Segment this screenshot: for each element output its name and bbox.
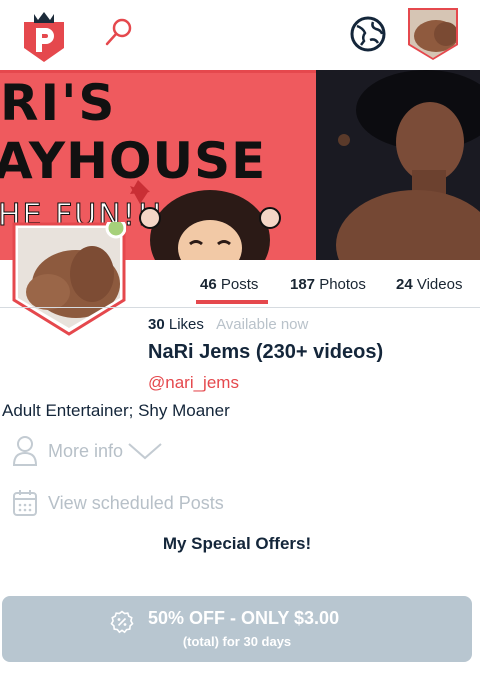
offer-main-text: 50% OFF - ONLY $3.00 (148, 608, 340, 628)
special-offer-button[interactable]: 50% OFF - ONLY $3.00 (total) for 30 days (2, 596, 472, 662)
profile-avatar[interactable] (12, 222, 126, 338)
stats-divider (0, 307, 480, 308)
more-info-button[interactable]: More info (12, 434, 163, 468)
chevron-down-icon (128, 443, 162, 460)
videos-label: Videos (416, 276, 463, 293)
likes-row: 30 Likes Available now (148, 316, 308, 333)
avatar[interactable] (406, 6, 460, 60)
search-icon[interactable] (100, 14, 136, 50)
special-offers-title: My Special Offers! (162, 534, 312, 553)
top-bar (0, 0, 480, 72)
discount-badge-icon (110, 610, 134, 634)
offer-sub-text: (total) for 30 days (182, 634, 292, 649)
profile-handle[interactable]: @nari_jems (148, 373, 239, 393)
online-status-dot (105, 222, 126, 239)
posts-count: 46 (200, 276, 217, 293)
view-scheduled-posts-button[interactable]: View scheduled Posts (12, 486, 224, 520)
photos-label: Photos (319, 276, 366, 293)
likes-count: 30 (148, 316, 165, 333)
view-scheduled-label: View scheduled Posts (48, 492, 224, 513)
profile-name: NaRi Jems (230+ videos) (148, 341, 384, 363)
p-logo-icon[interactable] (20, 8, 68, 64)
tab-videos[interactable]: 24 Videos (396, 276, 462, 293)
banner-cartoon-illustration (130, 180, 281, 260)
videos-count: 24 (396, 276, 413, 293)
banner-photo (316, 70, 480, 260)
tab-photos[interactable]: 187 Photos (290, 276, 366, 293)
likes-label: Likes (168, 316, 204, 333)
calendar-icon (13, 490, 37, 516)
banner-text-line1: RI'S (0, 74, 117, 132)
user-icon (12, 436, 38, 466)
photos-count: 187 (290, 276, 316, 293)
tab-posts[interactable]: 46 Posts (200, 276, 258, 293)
more-info-label: More info (48, 440, 124, 461)
globe-icon[interactable] (348, 14, 388, 54)
profile-bio: Adult Entertainer; Shy Moaner (2, 401, 230, 420)
posts-label: Posts (220, 276, 259, 293)
active-tab-indicator (196, 300, 268, 304)
availability-status: Available now (216, 316, 309, 333)
